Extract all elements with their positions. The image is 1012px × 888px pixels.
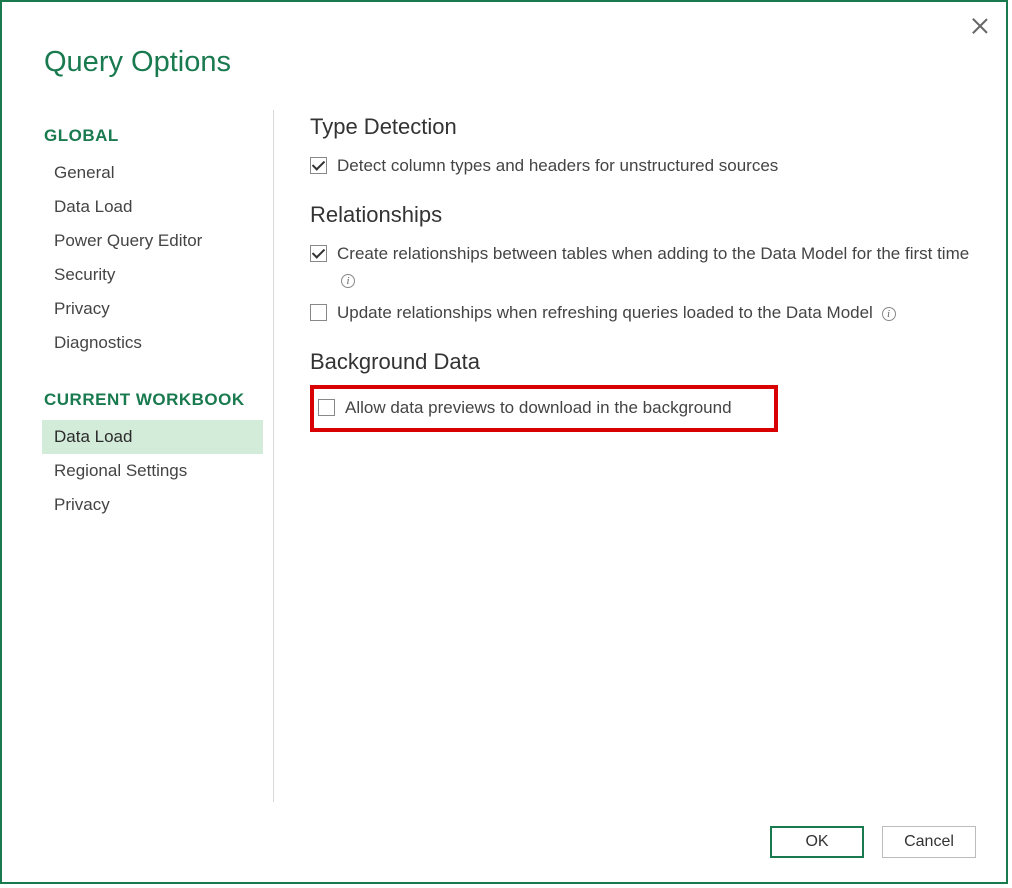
sidebar-item-data-load-workbook[interactable]: Data Load: [42, 420, 263, 454]
section-heading-type-detection: Type Detection: [310, 114, 976, 140]
sidebar-item-data-load-global[interactable]: Data Load: [42, 190, 263, 224]
cancel-button[interactable]: Cancel: [882, 826, 976, 858]
close-icon[interactable]: [970, 16, 990, 36]
section-heading-relationships: Relationships: [310, 202, 976, 228]
ok-button[interactable]: OK: [770, 826, 864, 858]
option-label: Create relationships between tables when…: [337, 241, 976, 294]
option-label: Detect column types and headers for unst…: [337, 153, 976, 179]
section-heading-background-data: Background Data: [310, 349, 976, 375]
sidebar-item-power-query-editor[interactable]: Power Query Editor: [42, 224, 263, 258]
sidebar: GLOBAL General Data Load Power Query Edi…: [42, 110, 274, 802]
checkbox-icon[interactable]: [310, 304, 327, 321]
sidebar-item-privacy-workbook[interactable]: Privacy: [42, 488, 263, 522]
option-allow-background-download[interactable]: Allow data previews to download in the b…: [318, 395, 768, 421]
checkbox-icon[interactable]: [310, 245, 327, 262]
sidebar-item-security[interactable]: Security: [42, 258, 263, 292]
sidebar-section-global: GLOBAL: [42, 118, 263, 156]
info-icon[interactable]: i: [882, 307, 896, 321]
dialog-title: Query Options: [44, 46, 231, 79]
sidebar-item-regional-settings[interactable]: Regional Settings: [42, 454, 263, 488]
dialog-footer: OK Cancel: [770, 826, 976, 858]
checkbox-icon[interactable]: [310, 157, 327, 174]
checkbox-icon[interactable]: [318, 399, 335, 416]
highlight-box: Allow data previews to download in the b…: [310, 385, 778, 431]
option-create-relationships[interactable]: Create relationships between tables when…: [310, 238, 976, 297]
info-icon[interactable]: i: [341, 274, 355, 288]
option-detect-column-types[interactable]: Detect column types and headers for unst…: [310, 150, 976, 182]
sidebar-section-current-workbook: CURRENT WORKBOOK: [42, 382, 263, 420]
option-label: Update relationships when refreshing que…: [337, 300, 976, 326]
option-label: Allow data previews to download in the b…: [345, 395, 768, 421]
option-update-relationships[interactable]: Update relationships when refreshing que…: [310, 297, 976, 329]
sidebar-item-privacy-global[interactable]: Privacy: [42, 292, 263, 326]
content-panel: Type Detection Detect column types and h…: [274, 110, 976, 802]
sidebar-item-diagnostics[interactable]: Diagnostics: [42, 326, 263, 360]
sidebar-item-general[interactable]: General: [42, 156, 263, 190]
